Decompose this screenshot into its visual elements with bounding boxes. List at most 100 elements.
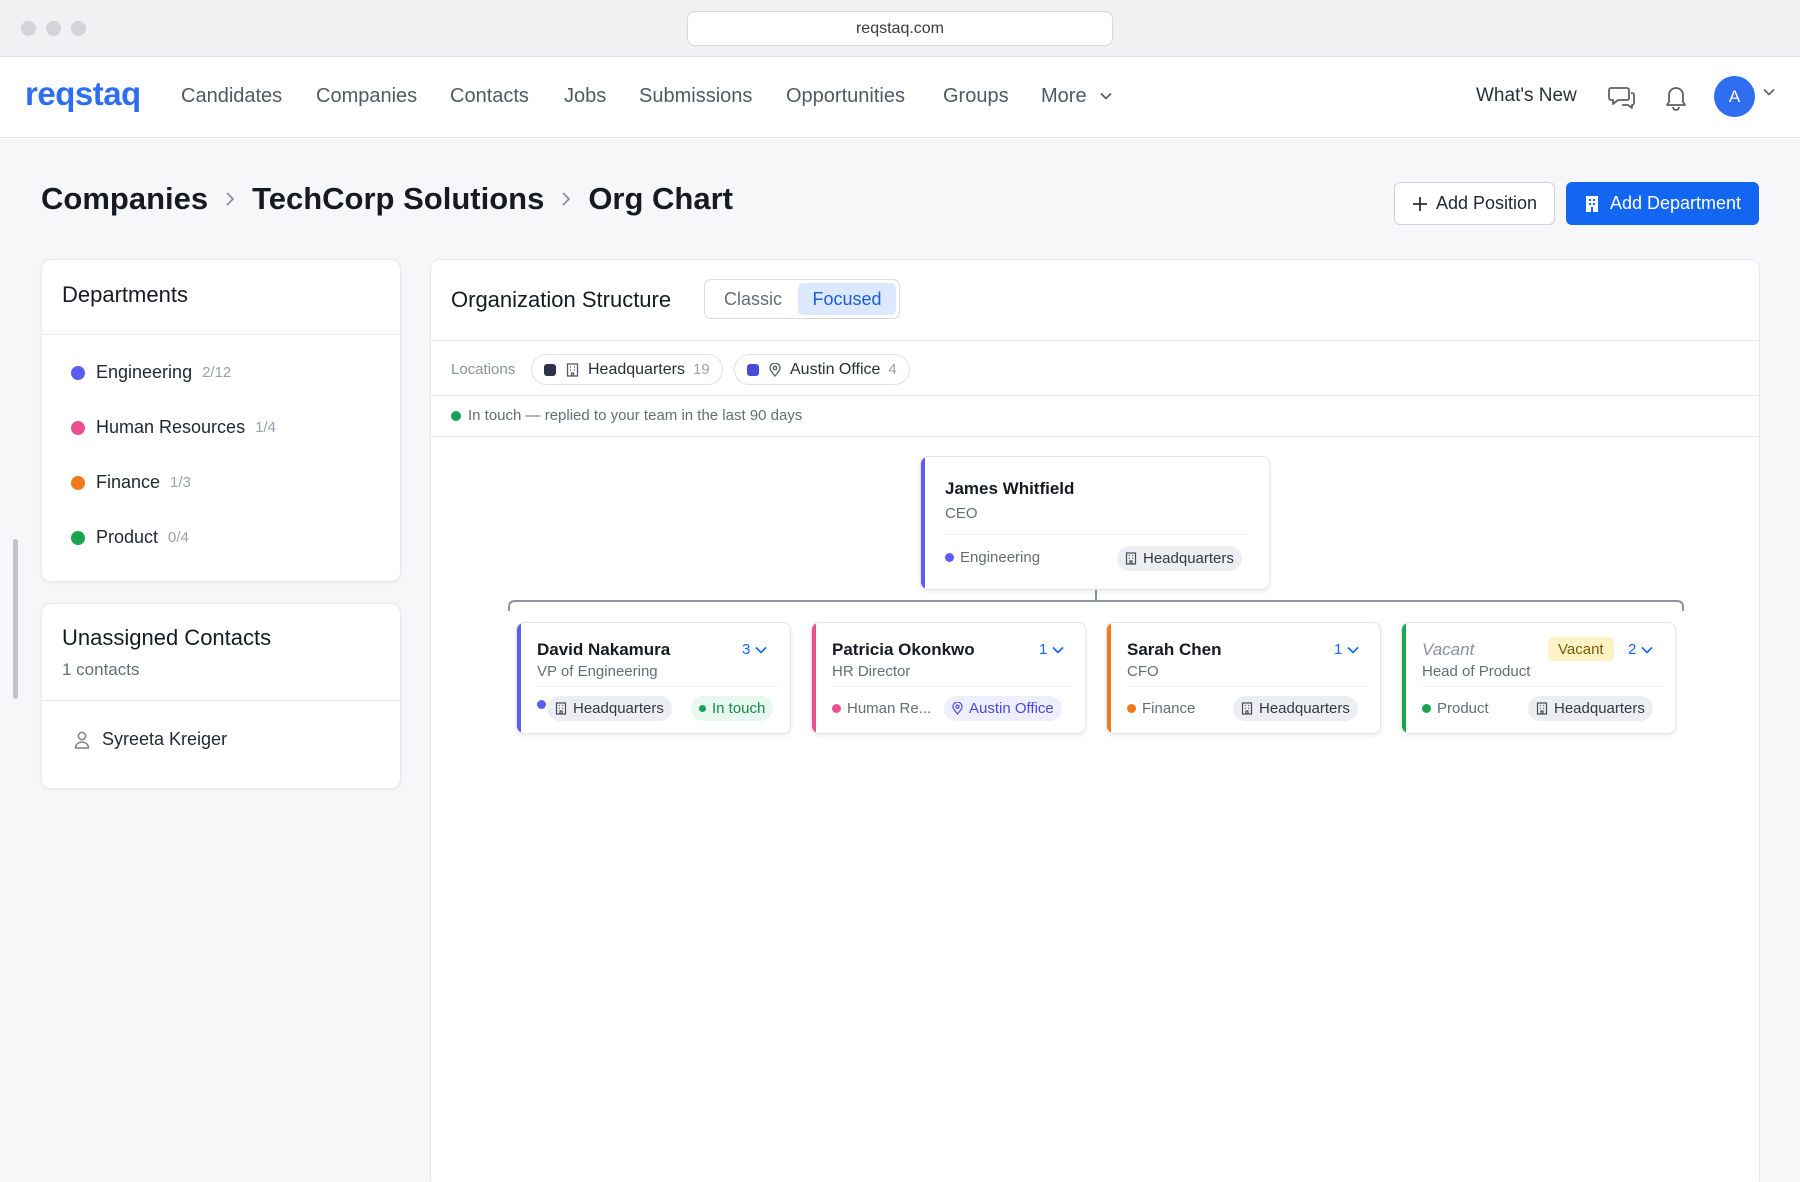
location-pill: Austin Office	[944, 696, 1062, 721]
direct-reports-toggle[interactable]: 1	[1334, 641, 1359, 658]
department-item-finance[interactable]: Finance 1/3	[71, 472, 191, 493]
person-department: Finance	[1127, 700, 1195, 717]
main-content: Companies TechCorp Solutions Org Chart A…	[0, 139, 1800, 1182]
divider	[1127, 686, 1368, 687]
nav-more-label: More	[1041, 85, 1087, 107]
direct-reports-count: 1	[1334, 641, 1343, 658]
department-label: Product	[1437, 700, 1489, 717]
department-count: 2/12	[202, 364, 232, 381]
nav-candidates[interactable]: Candidates	[181, 85, 282, 108]
divider	[945, 534, 1249, 535]
org-node-david-nakamura[interactable]: David Nakamura VP of Engineering 3 Headq…	[516, 622, 791, 734]
location-label: Headquarters	[1554, 700, 1645, 717]
divider	[832, 686, 1073, 687]
direct-reports-toggle[interactable]: 3	[742, 641, 767, 658]
department-item-human-resources[interactable]: Human Resources 1/4	[71, 417, 276, 438]
chevron-down-icon	[755, 646, 767, 654]
location-pill: Headquarters	[1528, 696, 1653, 721]
departments-title: Departments	[62, 282, 188, 307]
org-node-james-whitfield[interactable]: James Whitfield CEO Engineering Headquar…	[920, 456, 1270, 590]
location-label: Headquarters	[1259, 700, 1350, 717]
add-department-button[interactable]: Add Department	[1566, 182, 1759, 225]
department-color-dot	[71, 420, 85, 435]
org-structure-panel: Organization Structure Classic Focused L…	[430, 259, 1760, 1182]
breadcrumb: Companies TechCorp Solutions Org Chart	[41, 181, 733, 217]
page-scrollbar[interactable]	[13, 539, 18, 699]
department-count: 1/4	[255, 419, 276, 436]
nav-contacts[interactable]: Contacts	[450, 85, 529, 108]
unassigned-contact-item[interactable]: Syreeta Kreiger	[74, 729, 227, 750]
org-node-patricia-okonkwo[interactable]: Patricia Okonkwo HR Director 1 Human Re.…	[811, 622, 1086, 734]
person-title: CEO	[945, 505, 978, 522]
building-icon	[1241, 702, 1253, 715]
direct-reports-count: 2	[1628, 641, 1637, 658]
in-touch-dot	[699, 705, 706, 712]
unassigned-contacts-card: Unassigned Contacts 1 contacts Syreeta K…	[41, 603, 401, 789]
nav-companies[interactable]: Companies	[316, 85, 417, 108]
user-avatar[interactable]: A	[1714, 76, 1755, 117]
department-dot	[1127, 704, 1136, 713]
person-name: Vacant	[1422, 640, 1475, 659]
map-pin-icon	[952, 702, 963, 715]
contact-name: Syreeta Kreiger	[102, 729, 228, 749]
address-bar[interactable]: reqstaq.com	[687, 11, 1113, 46]
add-position-button[interactable]: Add Position	[1394, 182, 1555, 225]
department-label: Human Re...	[847, 700, 932, 717]
plus-icon	[1412, 196, 1427, 211]
direct-reports-toggle[interactable]: 2	[1628, 641, 1653, 658]
person-department: Engineering	[945, 549, 1040, 566]
org-node-sarah-chen[interactable]: Sarah Chen CFO 1 Finance Headquarters	[1106, 622, 1381, 734]
department-dot	[537, 700, 546, 709]
direct-reports-toggle[interactable]: 1	[1039, 641, 1064, 658]
window-minimize-button[interactable]	[46, 21, 61, 36]
divider	[42, 700, 400, 701]
app-logo[interactable]: reqstaq	[25, 75, 141, 113]
person-title: CFO	[1127, 663, 1159, 680]
department-name: Human Resources	[96, 417, 246, 437]
department-dot	[832, 704, 841, 713]
chevron-down-icon	[1100, 92, 1112, 100]
whats-new-link[interactable]: What's New	[1476, 85, 1577, 107]
org-node-vacant-head-of-product[interactable]: Vacant Vacant Head of Product 2 Product …	[1401, 622, 1676, 734]
location-pill: Headquarters	[1233, 696, 1358, 721]
location-pill: Headquarters	[547, 696, 672, 721]
department-name: Product	[96, 527, 159, 547]
person-department: Human Re...	[832, 700, 931, 717]
department-dot	[1422, 704, 1431, 713]
location-label: Headquarters	[1143, 550, 1234, 567]
divider	[42, 334, 400, 335]
direct-reports-count: 1	[1039, 641, 1048, 658]
in-touch-label: In touch	[712, 700, 766, 717]
chevron-down-icon[interactable]	[1763, 88, 1775, 96]
avatar-initial: A	[1728, 86, 1741, 106]
department-item-engineering[interactable]: Engineering 2/12	[71, 362, 231, 383]
department-item-product[interactable]: Product 0/4	[71, 527, 189, 548]
nav-more-menu[interactable]: More	[1041, 85, 1112, 108]
department-label: Finance	[1142, 700, 1196, 717]
window-close-button[interactable]	[21, 21, 36, 36]
nav-opportunities[interactable]: Opportunities	[786, 85, 905, 108]
nav-jobs[interactable]: Jobs	[564, 85, 606, 108]
nav-submissions[interactable]: Submissions	[639, 85, 752, 108]
chevron-right-icon	[225, 191, 235, 207]
department-count: 1/3	[170, 474, 191, 491]
chevron-down-icon	[1052, 646, 1064, 654]
add-position-label: Add Position	[1435, 193, 1538, 213]
chat-icon[interactable]	[1605, 81, 1637, 113]
department-color-dot	[71, 475, 85, 490]
department-name: Engineering	[96, 362, 193, 382]
department-color-dot	[71, 365, 85, 380]
person-name: Patricia Okonkwo	[832, 640, 975, 659]
breadcrumb-org-chart: Org Chart	[588, 181, 733, 216]
bell-icon[interactable]	[1660, 81, 1692, 113]
browser-chrome: reqstaq.com	[0, 0, 1800, 57]
window-maximize-button[interactable]	[71, 21, 86, 36]
department-accent-bar	[1402, 623, 1406, 733]
building-icon	[1125, 552, 1137, 565]
unassigned-count: 1 contacts	[62, 660, 140, 679]
vacant-badge: Vacant	[1548, 637, 1614, 661]
breadcrumb-company[interactable]: TechCorp Solutions	[252, 181, 544, 217]
person-icon	[74, 731, 90, 749]
nav-groups[interactable]: Groups	[943, 85, 1009, 108]
breadcrumb-companies[interactable]: Companies	[41, 181, 208, 217]
